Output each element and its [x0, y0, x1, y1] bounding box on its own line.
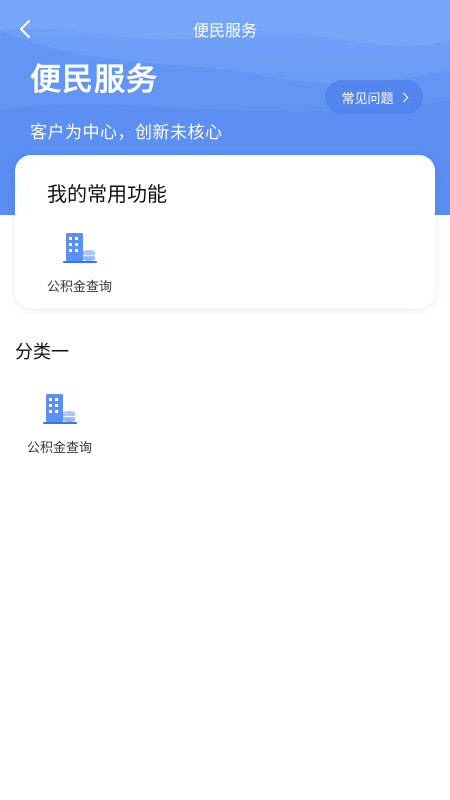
- faq-button-label: 常见问题: [341, 91, 394, 107]
- frequent-functions-title: 我的常用功能: [47, 182, 167, 206]
- hero-title: 便民服务: [30, 62, 158, 98]
- category-title: 分类一: [15, 342, 69, 363]
- chevron-right-icon: [398, 92, 408, 102]
- faq-button[interactable]: 常见问题: [325, 80, 423, 114]
- func-item-label: 公积金查询: [47, 280, 113, 295]
- nav-title: 便民服务: [192, 21, 257, 40]
- hero-subtitle: 客户为中心，创新未核心: [30, 123, 223, 143]
- category-item-housing-fund-query[interactable]: 公积金查询: [27, 391, 92, 456]
- frequent-functions-card: 我的常用功能 公积金查询: [15, 155, 435, 308]
- navigation-bar: 便民服务: [0, 0, 450, 56]
- building-coins-icon: [62, 233, 97, 263]
- category-item-label: 公积金查询: [27, 441, 93, 456]
- building-coins-icon: [42, 394, 77, 424]
- func-item-housing-fund-query[interactable]: 公积金查询: [47, 230, 112, 295]
